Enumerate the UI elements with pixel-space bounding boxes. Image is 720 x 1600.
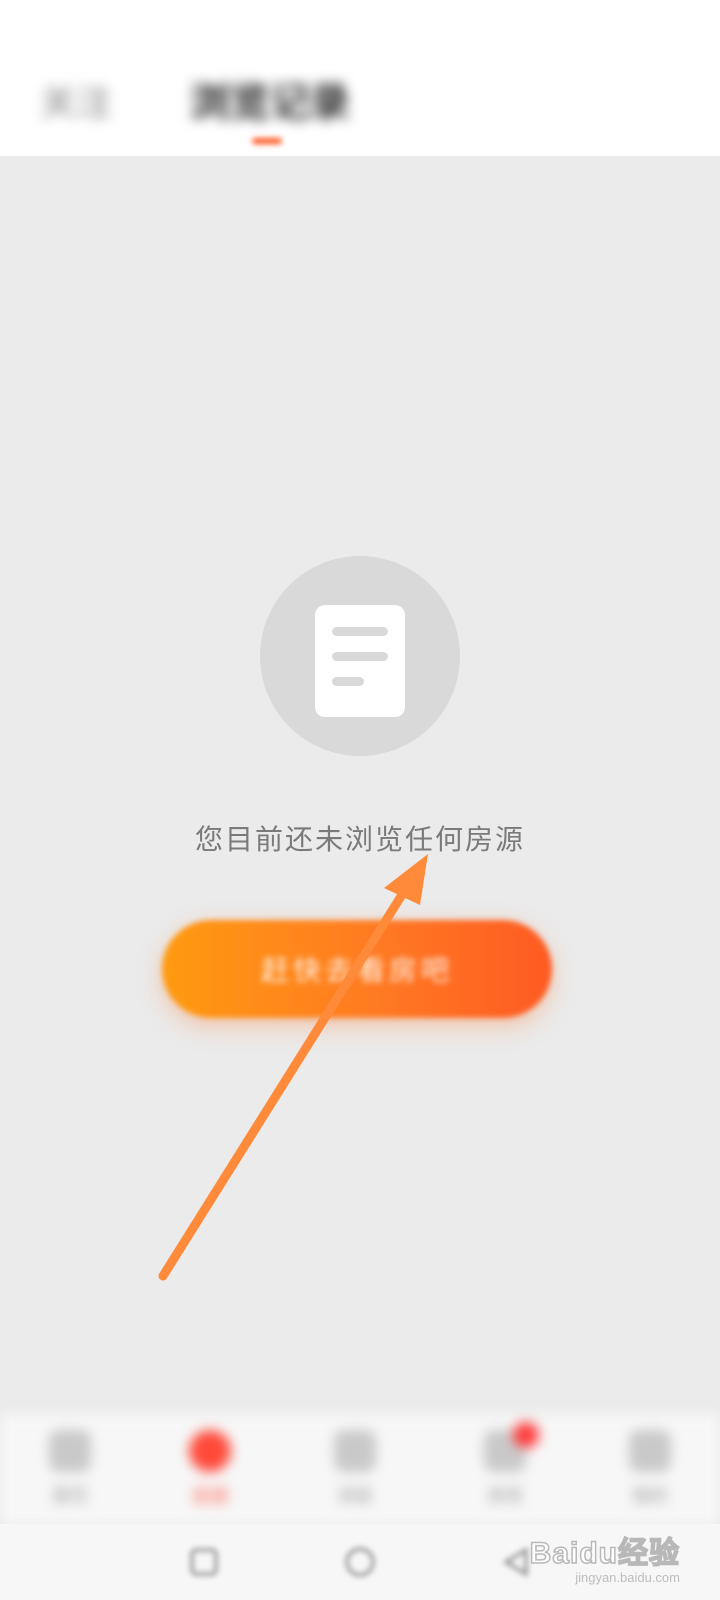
recent-apps-icon[interactable]	[186, 1544, 222, 1580]
baidu-watermark: Baidu经验 jingyan.baidu.com	[529, 1528, 680, 1585]
nav-item-home[interactable]: 首页	[20, 1430, 120, 1520]
go-browse-button[interactable]: 赶快去看房吧	[162, 920, 552, 1018]
back-icon[interactable]	[498, 1544, 534, 1580]
empty-state-message: 您目前还未浏览任何房源	[194, 823, 525, 856]
status-bar	[0, 0, 720, 52]
go-browse-label: 赶快去看房吧	[260, 954, 453, 987]
watermark-url: jingyan.baidu.com	[575, 1570, 680, 1585]
document-icon	[315, 605, 405, 717]
nav-label-home: 首页	[52, 1486, 88, 1507]
home-icon	[49, 1430, 91, 1472]
watermark-logo: Baidu经验	[529, 1536, 680, 1571]
nav-label-message: 消息	[337, 1486, 373, 1507]
arrow-icon	[158, 854, 428, 1281]
nav-item-footprint[interactable]: 足迹	[160, 1430, 260, 1520]
nav-item-profile[interactable]: 我的	[600, 1430, 700, 1520]
heart-icon	[189, 1430, 231, 1472]
tab-browse-history[interactable]: 浏览记录	[190, 70, 350, 128]
nav-label-discover: 发现	[487, 1486, 523, 1507]
empty-state-illustration	[260, 556, 460, 756]
message-icon	[334, 1430, 376, 1472]
nav-label-footprint: 足迹	[192, 1486, 228, 1507]
notification-badge	[513, 1422, 539, 1448]
active-tab-indicator	[252, 138, 282, 144]
tab-follow[interactable]: 关注	[40, 74, 112, 126]
nav-label-profile: 我的	[632, 1486, 668, 1507]
nav-item-discover[interactable]: 发现	[455, 1422, 555, 1520]
profile-icon	[629, 1430, 671, 1472]
bottom-navigation: 首页 足迹 消息 发现 我的	[0, 1414, 720, 1524]
header-tabs: 关注 浏览记录	[0, 52, 720, 156]
home-button-icon[interactable]	[342, 1544, 378, 1580]
nav-item-message[interactable]: 消息	[305, 1430, 405, 1520]
